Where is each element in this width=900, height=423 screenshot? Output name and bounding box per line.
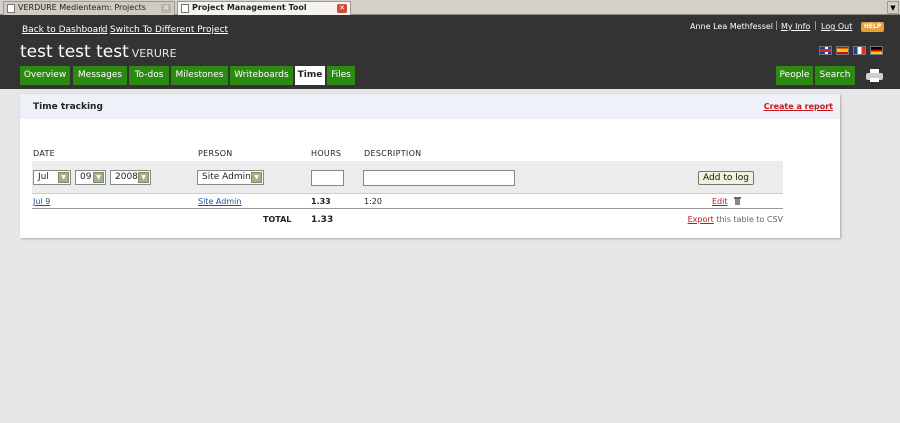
browser-tab-title: Project Management Tool	[192, 3, 307, 12]
year-value: 2008	[115, 172, 138, 182]
total-label: TOTAL	[263, 215, 292, 224]
entry-person-link[interactable]: Site Admin	[198, 197, 241, 206]
page-title: Time tracking	[33, 102, 103, 112]
month-select[interactable]: Jul ▼	[33, 170, 71, 185]
printer-icon[interactable]	[866, 69, 883, 82]
page-icon	[181, 4, 189, 13]
export-csv-link[interactable]: Export	[688, 215, 714, 224]
separator: |	[100, 25, 104, 35]
project-title: test test test VERURE	[20, 42, 177, 62]
app-header: Back to Dashboard | Switch To Different …	[0, 15, 900, 89]
hours-input[interactable]	[311, 170, 344, 186]
english-flag-icon[interactable]	[819, 46, 832, 55]
log-out-link[interactable]: Log Out	[821, 22, 852, 31]
tab-todos[interactable]: To-dos	[129, 66, 169, 85]
month-value: Jul	[38, 172, 49, 182]
spanish-flag-icon[interactable]	[836, 46, 849, 55]
export-line: Export this table to CSV	[688, 215, 783, 224]
total-hours: 1.33	[311, 215, 334, 225]
tab-overview[interactable]: Overview	[20, 66, 70, 85]
tab-writeboards[interactable]: Writeboards	[230, 66, 293, 85]
column-header-hours: HOURS	[311, 149, 342, 158]
description-input[interactable]	[363, 170, 515, 186]
chevron-down-icon: ▼	[93, 172, 104, 183]
entry-hours: 1.33	[311, 197, 331, 206]
entry-description: 1:20	[364, 197, 382, 206]
separator: |	[814, 21, 818, 31]
printer-output	[870, 78, 879, 82]
switch-project-link[interactable]: Switch To Different Project	[110, 25, 228, 35]
day-select[interactable]: 09 ▼	[75, 170, 106, 185]
chevron-down-icon: ▼	[58, 172, 69, 183]
panel-header: Time tracking Create a report	[20, 94, 840, 119]
tab-milestones[interactable]: Milestones	[171, 66, 228, 85]
my-info-link[interactable]: My Info	[781, 22, 810, 31]
trash-can	[735, 199, 740, 205]
trash-icon[interactable]	[734, 197, 741, 205]
person-select[interactable]: Site Admin ▼	[197, 170, 264, 185]
chevron-down-icon[interactable]: ▼	[887, 1, 899, 14]
entry-date-link[interactable]: Jul 9	[33, 197, 50, 206]
browser-tab-project-management[interactable]: Project Management Tool ✕	[177, 1, 351, 16]
add-to-log-button[interactable]: Add to log	[698, 171, 754, 185]
tab-time[interactable]: Time	[295, 66, 325, 85]
help-button[interactable]: HELP	[861, 22, 884, 32]
tab-messages[interactable]: Messages	[73, 66, 127, 85]
company-name: VERURE	[131, 47, 177, 60]
project-name: test test test	[20, 42, 129, 62]
close-icon[interactable]: ✕	[161, 4, 171, 13]
browser-tab-projects[interactable]: VERDURE Medienteam: Projects ✕	[3, 1, 175, 15]
tab-search[interactable]: Search	[815, 66, 855, 85]
column-header-description: DESCRIPTION	[364, 149, 422, 158]
separator: |	[775, 21, 779, 31]
page-icon	[7, 4, 15, 13]
german-flag-icon[interactable]	[870, 46, 883, 55]
tab-people[interactable]: People	[776, 66, 813, 85]
create-report-link[interactable]: Create a report	[764, 102, 833, 111]
user-name: Anne Lea Methfessel	[690, 22, 774, 31]
time-tracking-panel: Time tracking Create a report DATE PERSO…	[20, 94, 840, 238]
close-icon[interactable]: ✕	[337, 4, 347, 13]
column-header-date: DATE	[33, 149, 56, 158]
french-flag-icon[interactable]	[853, 46, 866, 55]
person-value: Site Admin	[202, 172, 251, 182]
tab-files[interactable]: Files	[327, 66, 355, 85]
chevron-down-icon: ▼	[251, 172, 262, 183]
back-to-dashboard-link[interactable]: Back to Dashboard	[22, 25, 107, 35]
edit-entry-link[interactable]: Edit	[712, 197, 728, 206]
column-header-person: PERSON	[198, 149, 233, 158]
browser-tab-title: VERDURE Medienteam: Projects	[18, 3, 146, 12]
chevron-down-icon: ▼	[138, 172, 149, 183]
day-value: 09	[80, 172, 92, 182]
export-text: this table to CSV	[716, 215, 783, 224]
divider	[32, 208, 783, 209]
year-select[interactable]: 2008 ▼	[110, 170, 151, 185]
browser-tab-strip: VERDURE Medienteam: Projects ✕ Project M…	[0, 0, 900, 16]
divider	[32, 193, 783, 194]
